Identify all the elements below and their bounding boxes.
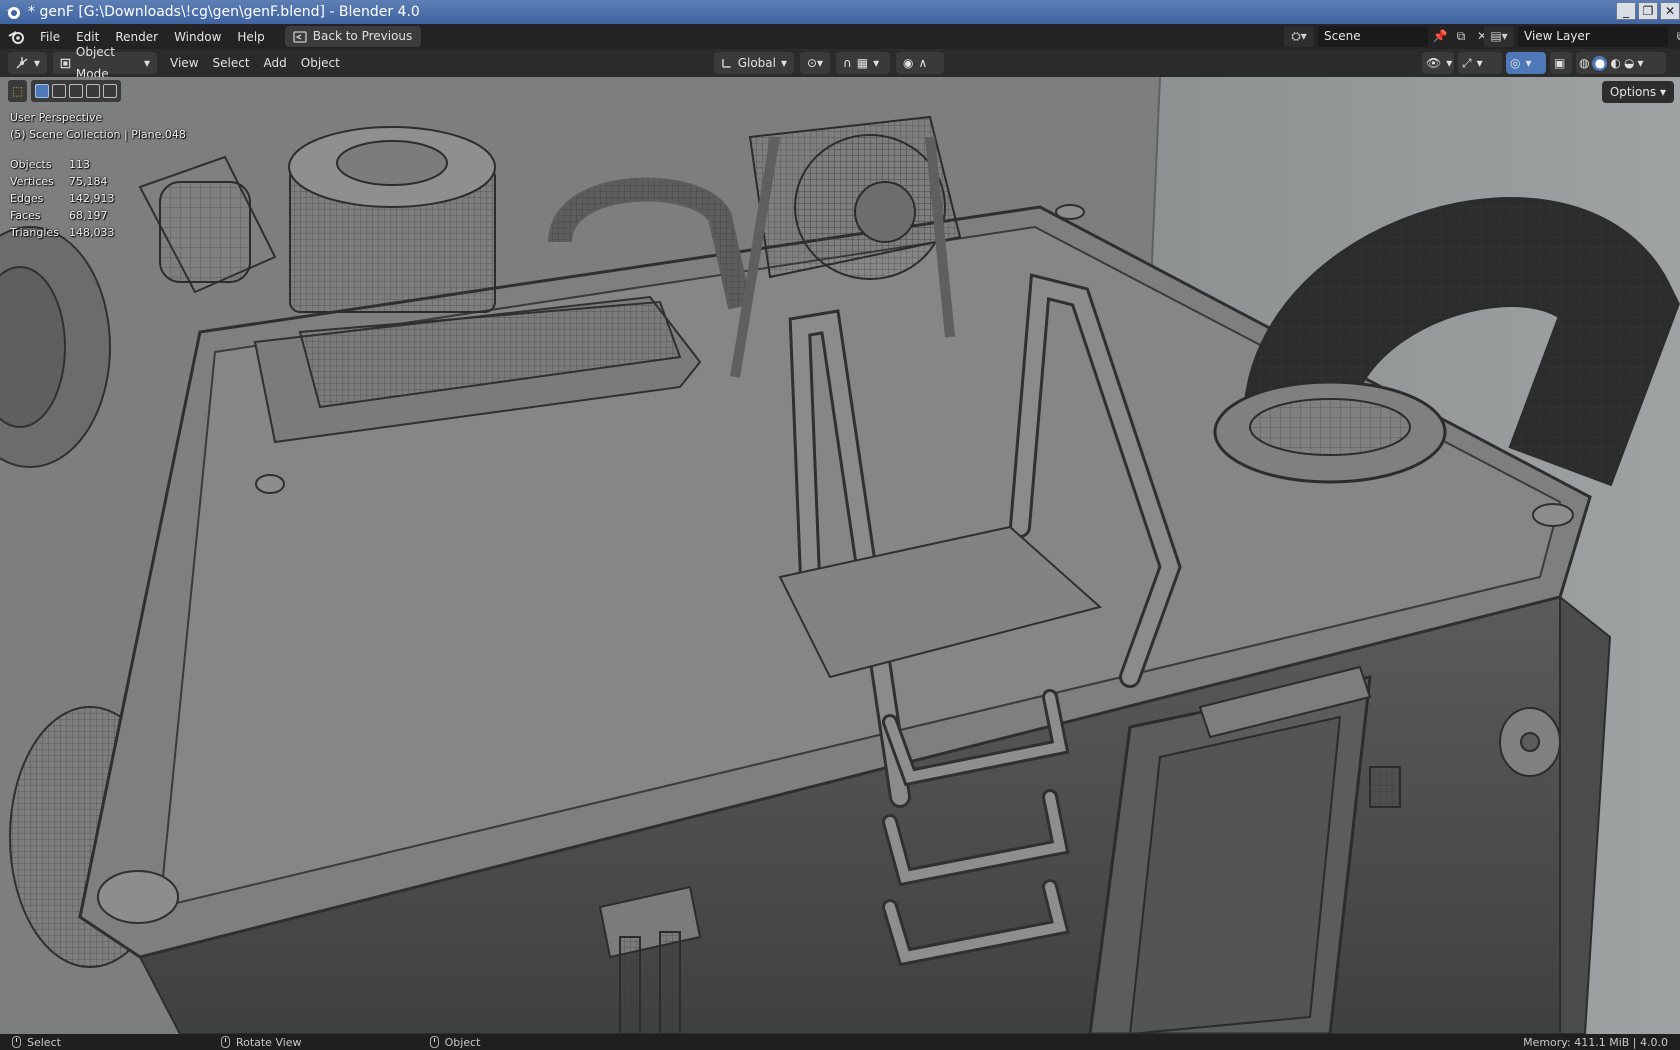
subtract-selection-icon[interactable] xyxy=(69,84,84,98)
menu-window[interactable]: Window xyxy=(166,27,229,47)
middle-mouse-icon xyxy=(220,1036,230,1048)
transform-orientation-selector[interactable]: Global ▾ xyxy=(714,52,794,74)
snap-grid-icon: ▦ xyxy=(856,56,869,70)
back-to-previous-button[interactable]: Back to Previous xyxy=(284,26,422,47)
memory-usage: Memory: 411.1 MiB | 4.0.0 xyxy=(1523,1035,1668,1049)
view-layer-selector-icon[interactable]: ▤▾ xyxy=(1484,26,1514,47)
pin-scene-icon[interactable]: 📌 xyxy=(1432,26,1448,47)
visibility-selector[interactable]: 👁 ▾ xyxy=(1422,52,1454,74)
menu-help[interactable]: Help xyxy=(229,27,272,47)
viewport-menu-add[interactable]: Add xyxy=(257,52,294,74)
stat-label: Faces xyxy=(10,209,41,222)
eye-icon: 👁 xyxy=(1426,56,1442,70)
stat-row: Edges 142,913 xyxy=(10,190,115,207)
active-collection-label: (5) Scene Collection | Plane.048 xyxy=(10,128,186,141)
viewport-menu-object[interactable]: Object xyxy=(294,52,347,74)
stat-label: Edges xyxy=(10,192,44,205)
stat-value: 142,913 xyxy=(69,192,115,205)
stat-label: Objects xyxy=(10,158,52,171)
stat-row: Objects 113 xyxy=(10,156,115,173)
stat-row: Faces 68,197 xyxy=(10,207,115,224)
status-object-label: Object xyxy=(444,1035,481,1049)
status-bar: Select Rotate View Object Memory: 411.1 … xyxy=(0,1034,1680,1050)
material-shading-icon[interactable]: ◐ xyxy=(1610,52,1620,74)
scene-statistics: Objects 113 Vertices 75,184 Edges 142,913 F… xyxy=(10,156,115,241)
editor-type-button[interactable]: ▾ xyxy=(8,52,48,74)
xray-icon: ▣ xyxy=(1554,56,1566,70)
extend-selection-icon[interactable] xyxy=(52,84,67,98)
orientation-axis-icon xyxy=(722,59,731,68)
menu-file[interactable]: File xyxy=(32,27,68,47)
set-new-selection-icon[interactable] xyxy=(35,84,50,98)
screen-back-icon xyxy=(293,30,307,43)
scene-name-field[interactable]: Scene xyxy=(1318,26,1428,47)
status-select-hint: Select xyxy=(12,1036,61,1049)
stat-value: 113 xyxy=(69,158,90,171)
maximize-button[interactable]: ❐ xyxy=(1638,2,1658,20)
valve-wheel xyxy=(1499,707,1561,777)
xray-toggle[interactable]: ▣ xyxy=(1550,52,1572,74)
invert-selection-icon[interactable] xyxy=(86,84,101,98)
left-mouse-icon xyxy=(12,1036,21,1048)
stat-label: Triangles xyxy=(10,226,59,239)
tweak-tool-button[interactable]: ⬚ xyxy=(8,80,28,102)
stat-value: 68,197 xyxy=(69,209,108,222)
perspective-label: User Perspective xyxy=(10,111,103,124)
status-object-hint: Object xyxy=(429,1035,481,1049)
wireframe-shading-icon[interactable]: ◍ xyxy=(1579,52,1589,74)
view-layer-field[interactable]: View Layer xyxy=(1518,26,1668,47)
right-mouse-icon xyxy=(429,1036,439,1048)
stat-value: 148,033 xyxy=(69,226,115,239)
ridged-cylinder xyxy=(288,126,496,313)
scene-selector-icon[interactable]: ⛭▾ xyxy=(1284,26,1314,47)
status-rotate-label: Rotate View xyxy=(235,1035,302,1049)
new-scene-icon[interactable]: ⧉ xyxy=(1452,26,1470,47)
rendered-shading-icon[interactable]: ◒ xyxy=(1624,52,1634,74)
stat-value: 75,184 xyxy=(69,175,108,188)
overlays-icon: ◎ xyxy=(1510,56,1521,70)
gizmo-icon: ⤢ xyxy=(1462,56,1472,70)
snap-toggle-button[interactable]: ∩ ▦ ▾ xyxy=(836,52,890,74)
selection-mode-group xyxy=(31,80,122,102)
solid-shading-icon[interactable]: ● xyxy=(1592,55,1608,71)
shading-modes[interactable]: ◍ ● ◐ ◒ ▾ xyxy=(1576,52,1666,74)
select-tool-toolbox: ⬚ xyxy=(8,80,122,102)
viewport-header: ▾ Object Mode ▾ View Select Add Object Gl… xyxy=(0,45,1680,81)
status-rotate-hint: Rotate View xyxy=(220,1035,302,1049)
falloff-curve-icon: ∧ xyxy=(918,56,928,70)
options-label: Options xyxy=(1609,85,1657,99)
top-bar: File Edit Render Window Help Back to Pre… xyxy=(0,24,1680,49)
new-view-layer-icon[interactable]: ⧉ xyxy=(1672,26,1680,47)
viewport-menu-select[interactable]: Select xyxy=(206,52,257,74)
blender-logo-icon xyxy=(6,7,20,19)
proportional-editing-icon: ◉ xyxy=(903,56,914,70)
status-select-label: Select xyxy=(27,1035,61,1049)
stat-label: Vertices xyxy=(10,175,54,188)
proportional-editing-button[interactable]: ◉ ∧ xyxy=(896,52,944,74)
magnet-icon: ∩ xyxy=(843,56,852,70)
3d-viewport[interactable]: ⬚ Options ▾ User Perspective (5) Scene C… xyxy=(0,77,1680,1034)
object-mode-icon xyxy=(60,58,71,68)
window-titlebar: * genF [G:\Downloads\!cg\gen\genF.blend]… xyxy=(0,0,1680,24)
3d-viewport-icon xyxy=(16,57,28,69)
gizmo-toggle[interactable]: ⤢ ▾ xyxy=(1458,52,1502,74)
window-title: * genF [G:\Downloads\!cg\gen\genF.blend]… xyxy=(28,4,420,20)
blender-menu-icon[interactable] xyxy=(6,28,28,46)
viewport-scene[interactable] xyxy=(0,77,1680,1034)
minimize-button[interactable]: _ xyxy=(1616,2,1636,20)
close-button[interactable]: ✕ xyxy=(1660,2,1680,20)
mode-selector[interactable]: Object Mode ▾ xyxy=(53,45,158,81)
transform-orientation-label: Global xyxy=(737,56,776,70)
overlays-toggle[interactable]: ◎ ▾ xyxy=(1506,52,1546,74)
back-to-previous-label: Back to Previous xyxy=(312,29,413,43)
viewport-options-button[interactable]: Options ▾ xyxy=(1601,81,1674,103)
intersect-selection-icon[interactable] xyxy=(103,84,118,98)
viewport-menu-view[interactable]: View xyxy=(163,52,205,74)
stat-row: Triangles 148,033 xyxy=(10,224,115,241)
stat-row: Vertices 75,184 xyxy=(10,173,115,190)
pivot-point-button[interactable]: ⊙▾ xyxy=(800,52,830,74)
cursor-select-icon: ⬚ xyxy=(12,84,24,98)
